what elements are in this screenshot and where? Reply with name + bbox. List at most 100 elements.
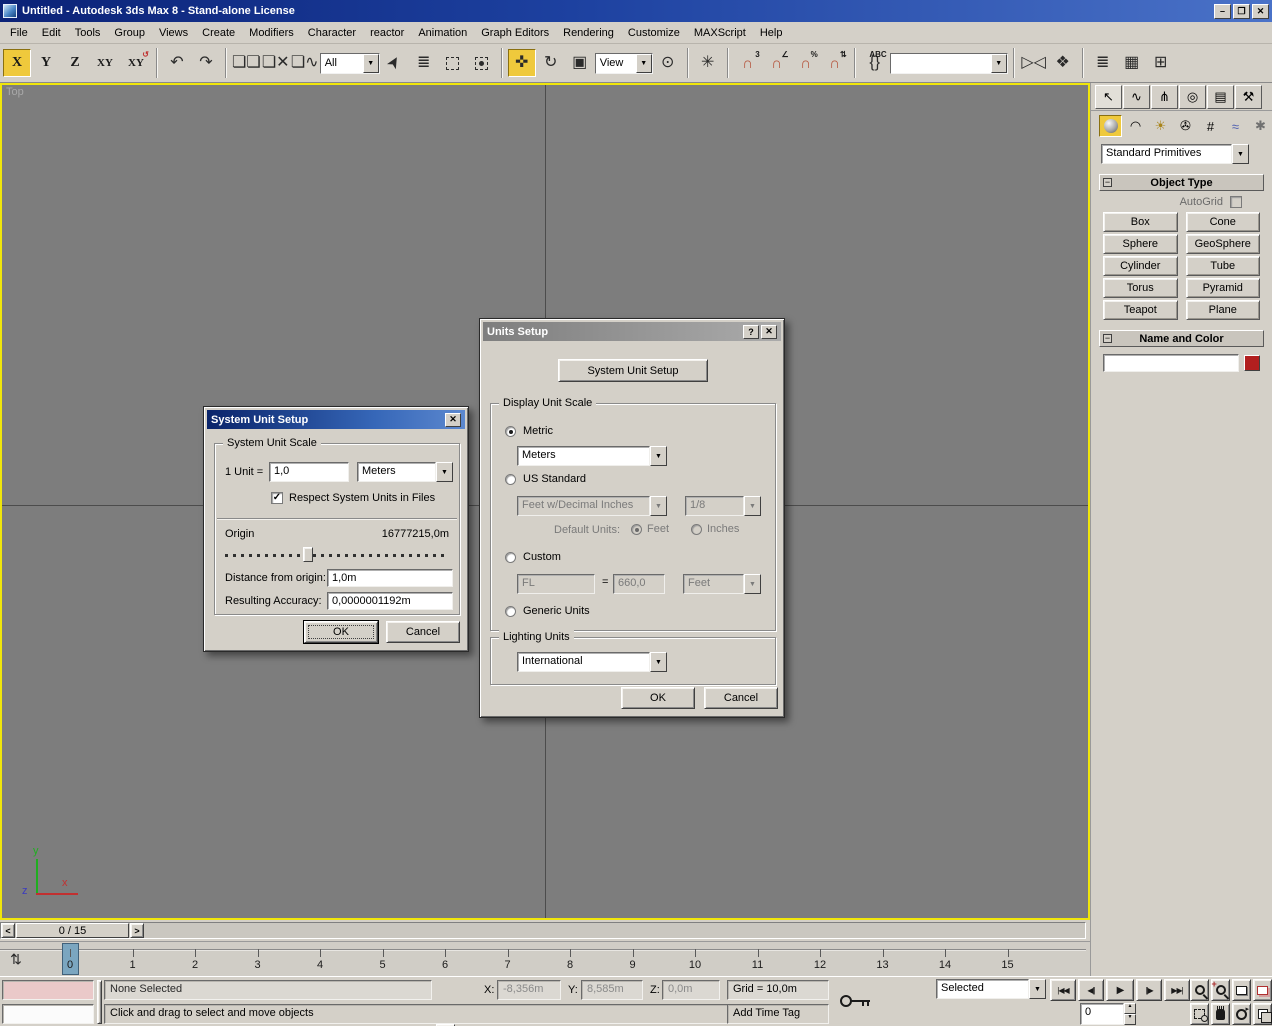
y-coordinate-field[interactable]: 8,585m: [581, 980, 643, 1000]
category-cameras[interactable]: ✇: [1174, 115, 1197, 137]
generic-units-radio[interactable]: [505, 606, 516, 617]
autogrid-checkbox[interactable]: [1230, 196, 1242, 208]
object-type-torus-button[interactable]: Torus: [1103, 278, 1178, 298]
spin-up-icon[interactable]: ▲: [1124, 1003, 1136, 1014]
chevron-down-icon[interactable]: ▼: [1232, 144, 1249, 164]
cancel-button[interactable]: Cancel: [704, 687, 778, 709]
selection-filter-dropdown[interactable]: All▼: [320, 53, 380, 74]
unit-value-field[interactable]: 1,0: [269, 462, 349, 482]
respect-units-checkbox[interactable]: ✓: [271, 492, 283, 504]
minimize-button[interactable]: –: [1214, 4, 1231, 19]
spinner-arrows[interactable]: ▲▼: [1124, 1003, 1136, 1025]
menu-group[interactable]: Group: [107, 23, 152, 43]
collapse-icon[interactable]: −: [1103, 178, 1112, 187]
origin-slider-track[interactable]: [225, 554, 449, 557]
bind-to-spacewarp-button[interactable]: ❏∿: [291, 49, 319, 77]
spin-down-icon[interactable]: ▼: [1124, 1014, 1136, 1025]
menu-views[interactable]: Views: [152, 23, 195, 43]
object-color-swatch[interactable]: [1244, 355, 1260, 371]
category-spacewarps[interactable]: ≈: [1224, 115, 1247, 137]
system-unit-setup-button[interactable]: System Unit Setup: [558, 359, 708, 382]
selection-region-button[interactable]: [439, 49, 467, 77]
time-slider-track[interactable]: [0, 922, 1086, 939]
zoom-extents-all-button[interactable]: [1253, 979, 1272, 1001]
distance-field[interactable]: 1,0m: [327, 569, 453, 587]
chevron-down-icon[interactable]: ▼: [636, 54, 652, 73]
viewport-label[interactable]: Top: [6, 86, 24, 98]
category-geometry[interactable]: [1099, 115, 1122, 137]
next-frame-arrow[interactable]: >: [130, 923, 144, 938]
object-type-teapot-button[interactable]: Teapot: [1103, 300, 1178, 320]
percent-snap-button[interactable]: ∩%: [792, 49, 820, 77]
unlink-selection-button[interactable]: ❏✕: [262, 49, 290, 77]
menu-file[interactable]: File: [3, 23, 35, 43]
go-to-start-button[interactable]: |◀◀: [1050, 979, 1076, 1001]
align-button[interactable]: ❖: [1049, 49, 1077, 77]
primitive-type-dropdown[interactable]: Standard Primitives ▼: [1101, 144, 1249, 164]
chevron-down-icon[interactable]: ▼: [991, 54, 1007, 73]
select-object-button[interactable]: ➤: [381, 49, 409, 77]
axis-z-constraint-button[interactable]: Z: [61, 49, 89, 77]
menu-create[interactable]: Create: [195, 23, 242, 43]
menu-tools[interactable]: Tools: [68, 23, 108, 43]
z-coordinate-field[interactable]: 0,0m: [662, 980, 720, 1000]
chevron-down-icon[interactable]: ▼: [650, 446, 667, 466]
tab-modify[interactable]: ∿: [1123, 85, 1150, 109]
pan-button[interactable]: [1211, 1003, 1230, 1025]
menu-customize[interactable]: Customize: [621, 23, 687, 43]
object-type-cone-button[interactable]: Cone: [1186, 212, 1261, 232]
select-by-name-button[interactable]: ≣: [410, 49, 438, 77]
named-selection-sets-button[interactable]: {}ABC: [861, 49, 889, 77]
min-max-toggle-button[interactable]: [1253, 1003, 1272, 1025]
object-type-geosphere-button[interactable]: GeoSphere: [1186, 234, 1261, 254]
close-button[interactable]: ✕: [445, 413, 461, 427]
reference-coordinate-dropdown[interactable]: View▼: [595, 53, 653, 74]
menu-character[interactable]: Character: [301, 23, 363, 43]
add-time-tag[interactable]: Add Time Tag: [727, 1004, 829, 1024]
select-and-move-button[interactable]: ✜: [508, 49, 536, 77]
layer-manager-button[interactable]: ≣: [1089, 49, 1117, 77]
select-and-rotate-button[interactable]: ↻: [537, 49, 565, 77]
zoom-all-button[interactable]: [1211, 979, 1230, 1001]
collapse-icon[interactable]: −: [1103, 334, 1112, 343]
object-type-plane-button[interactable]: Plane: [1186, 300, 1261, 320]
maxscript-mini-listener-pink[interactable]: [2, 980, 94, 1000]
menu-rendering[interactable]: Rendering: [556, 23, 621, 43]
region-zoom-button[interactable]: [1190, 1003, 1209, 1025]
select-and-link-button[interactable]: ❏❏: [232, 49, 261, 77]
current-frame-spinner[interactable]: 0 ▲▼: [1080, 1003, 1136, 1025]
curve-editor-button[interactable]: ⊞: [1147, 49, 1175, 77]
category-helpers[interactable]: #: [1199, 115, 1222, 137]
maxscript-mini-listener-white[interactable]: [2, 1004, 94, 1024]
category-systems[interactable]: ✱: [1249, 115, 1272, 137]
category-shapes[interactable]: ◠: [1124, 115, 1147, 137]
axis-xy-constraint-button[interactable]: XY: [90, 49, 120, 77]
restore-button[interactable]: ❐: [1233, 4, 1250, 19]
tab-hierarchy[interactable]: ⋔: [1151, 85, 1178, 109]
close-button[interactable]: ✕: [761, 325, 777, 339]
set-key-icon[interactable]: [838, 992, 872, 1010]
tab-motion[interactable]: ◎: [1179, 85, 1206, 109]
menu-maxscript[interactable]: MAXScript: [687, 23, 753, 43]
object-type-box-button[interactable]: Box: [1103, 212, 1178, 232]
lighting-units-dropdown[interactable]: International▼: [517, 652, 667, 672]
custom-radio[interactable]: [505, 552, 516, 563]
previous-frame-button[interactable]: ◀||: [1078, 979, 1104, 1001]
axis-x-constraint-button[interactable]: X: [3, 49, 31, 77]
current-frame-field[interactable]: 0: [1080, 1003, 1124, 1025]
object-type-rollout-header[interactable]: − Object Type: [1099, 174, 1264, 191]
name-color-rollout-header[interactable]: − Name and Color: [1099, 330, 1264, 347]
chevron-down-icon[interactable]: ▼: [363, 54, 379, 73]
tab-utilities[interactable]: ⚒: [1235, 85, 1262, 109]
axis-plane-constraint-button[interactable]: XY↺: [121, 49, 151, 77]
tab-display[interactable]: ▤: [1207, 85, 1234, 109]
use-pivot-center-button[interactable]: ⊙: [654, 49, 682, 77]
category-lights[interactable]: ☀: [1149, 115, 1172, 137]
object-type-sphere-button[interactable]: Sphere: [1103, 234, 1178, 254]
metric-unit-dropdown[interactable]: Meters▼: [517, 446, 667, 466]
menu-help[interactable]: Help: [753, 23, 790, 43]
object-name-input[interactable]: [1103, 354, 1239, 372]
window-crossing-button[interactable]: [468, 49, 496, 77]
axis-y-constraint-button[interactable]: Y: [32, 49, 60, 77]
cancel-button[interactable]: Cancel: [386, 621, 460, 643]
